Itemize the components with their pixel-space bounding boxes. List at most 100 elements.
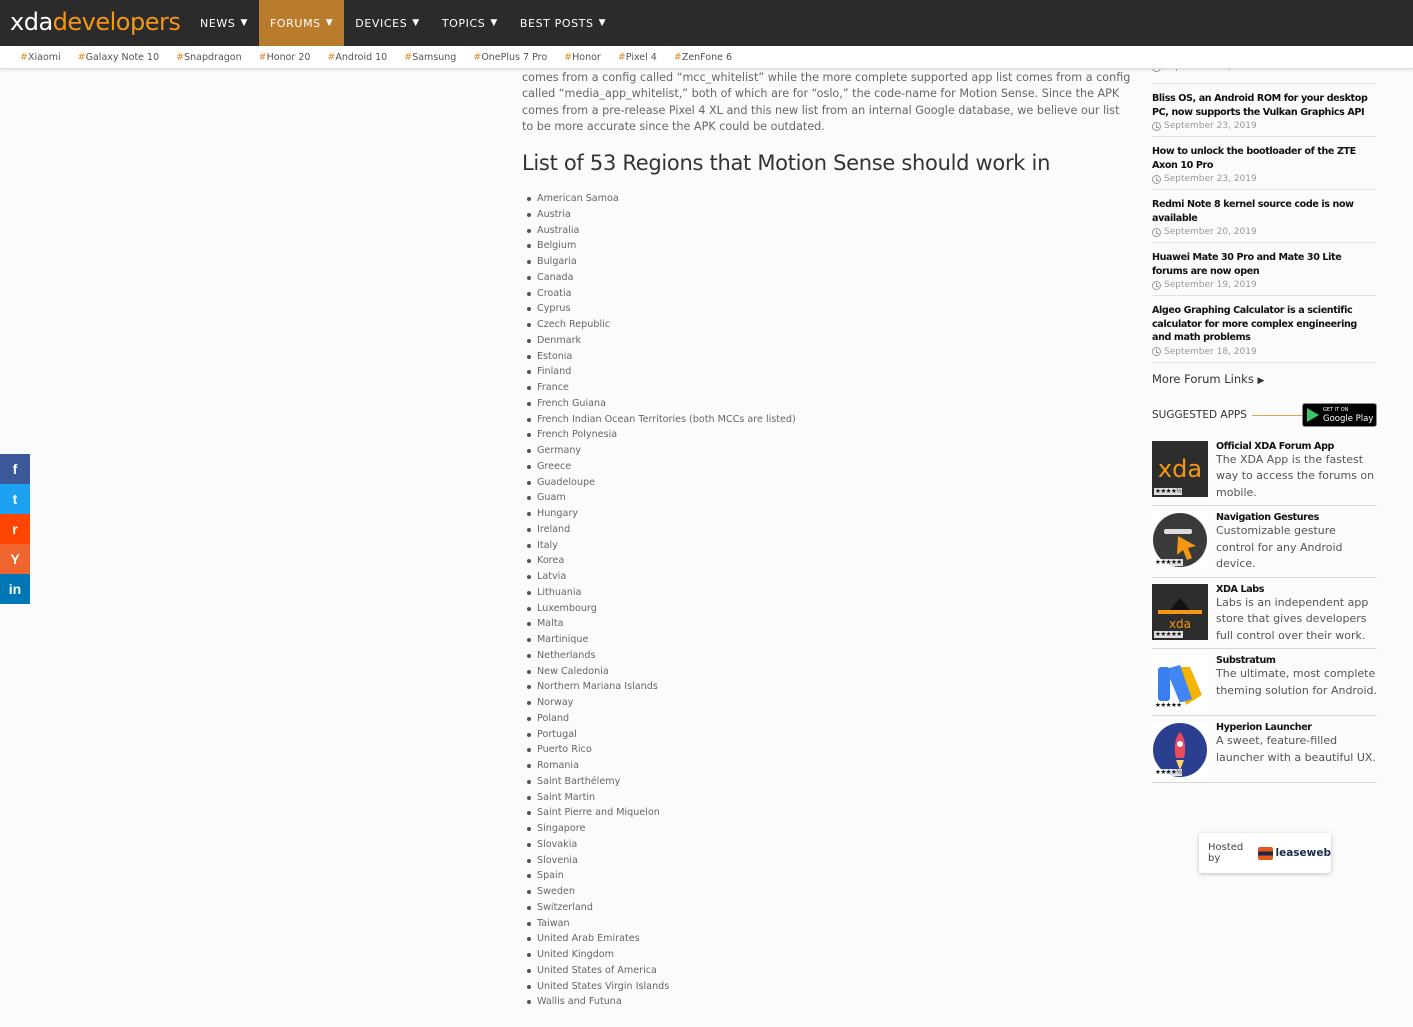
app-name[interactable]: Substratum [1216,655,1377,666]
right-sidebar: September 23, 2019 Bliss OS, an Android … [1152,60,1377,783]
post-title[interactable]: Redmi Note 8 kernel source code is now a… [1152,198,1377,225]
xda-labs-icon[interactable]: xda ★★★★★ [1152,583,1208,640]
sidebar-post[interactable]: How to unlock the bootloader of the ZTE … [1152,137,1377,190]
clock-icon [1152,121,1161,131]
list-item: Norway [527,695,1134,711]
xda-app-icon[interactable]: xda ★★★★½ [1152,440,1208,497]
tag-link[interactable]: #Samsung [404,52,456,63]
suggested-app-item[interactable]: ★★★★★ Navigation Gestures Customizable ges… [1152,506,1377,578]
app-name[interactable]: Navigation Gestures [1216,512,1377,523]
sidebar-post[interactable]: Redmi Note 8 kernel source code is now a… [1152,190,1377,243]
hosted-by-label: Hosted by [1208,842,1244,864]
logo-text-xda: xda [10,8,53,36]
clock-icon [1152,174,1161,184]
chevron-down-icon: ▼ [598,18,607,28]
nav-label: TOPICS [441,16,486,30]
leaseweb-logo: leaseweb [1258,846,1331,860]
tag-link[interactable]: #Honor 20 [259,52,311,63]
hosted-by-badge[interactable]: Hosted by leaseweb [1199,833,1331,873]
suggested-app-item[interactable]: ★★★★½ Hyperion Launcher A sweet, feature-f… [1152,716,1377,783]
tag-link[interactable]: #ZenFone 6 [674,52,732,63]
list-item: Malta [527,616,1134,632]
list-item: Estonia [527,349,1134,365]
sidebar-post[interactable]: Algeo Graphing Calculator is a scientifi… [1152,296,1377,363]
hyperion-launcher-icon[interactable]: ★★★★½ [1152,722,1208,778]
list-item: Sweden [527,884,1134,900]
more-forum-links-link[interactable]: More Forum Links ▶ [1152,372,1377,386]
xda-logo[interactable]: xdadevelopers [10,8,181,36]
app-name[interactable]: Hyperion Launcher [1216,722,1377,733]
list-item: Denmark [527,333,1134,349]
suggested-app-item[interactable]: ★★★★★ Substratum The ultimate, most comple… [1152,649,1377,716]
tag-link[interactable]: #Xiaomi [20,52,61,63]
substratum-icon[interactable]: ★★★★★ [1152,655,1208,711]
list-item: France [527,380,1134,396]
list-item: Bulgaria [527,254,1134,270]
suggested-app-item[interactable]: xda ★★★★½ Official XDA Forum App The XDA Ap… [1152,435,1377,506]
app-description: Customizable gesture control for any And… [1216,524,1343,570]
post-title[interactable]: Huawei Mate 30 Pro and Mate 30 Lite foru… [1152,251,1377,278]
list-item: Canada [527,270,1134,286]
hackernews-icon[interactable]: Y [0,544,30,574]
post-date: September 23, 2019 [1152,174,1377,184]
top-navigation-bar: xdadevelopers NEWS ▼ FORUMS ▼ DEVICES ▼ TOPICS… [0,0,1413,46]
tag-link[interactable]: #Pixel 4 [618,52,657,63]
social-share-bar: f t r Yin [0,454,30,604]
tag-link[interactable]: #OnePlus 7 Pro [473,52,547,63]
nav-news[interactable]: NEWS ▼ [189,0,259,46]
reddit-icon[interactable]: r [0,514,30,544]
article-paragraph: comes from a config called “mcc_whitelis… [522,71,1131,133]
tag-link[interactable]: #Snapdragon [176,52,242,63]
list-item: Luxembourg [527,601,1134,617]
facebook-icon[interactable]: f [0,454,30,484]
list-item: American Samoa [527,191,1134,207]
list-item: Cyprus [527,301,1134,317]
rating-stars: ★★★★★ [1154,702,1183,709]
suggested-apps-label: SUGGESTED APPS [1152,408,1247,421]
chevron-down-icon: ▼ [490,18,498,28]
twitter-icon[interactable]: t [0,484,30,514]
nav-topics[interactable]: TOPICS ▼ [431,0,509,46]
tag-link[interactable]: #Android 10 [327,52,387,63]
tag-link[interactable]: #Galaxy Note 10 [78,52,159,63]
article-body: comes from a config called “mcc_whitelis… [522,69,1134,1010]
post-date: September 18, 2019 [1152,347,1377,357]
sidebar-post[interactable]: Bliss OS, an Android ROM for your deskto… [1152,84,1377,137]
list-item: Lithuania [527,585,1134,601]
list-item: Slovakia [527,837,1134,853]
nav-forums[interactable]: FORUMS ▼ [258,0,345,46]
svg-text:xda: xda [1158,455,1202,483]
list-item: Martinique [527,632,1134,648]
list-item: Poland [527,711,1134,727]
divider [1252,414,1304,416]
rating-stars: ★★★★½ [1154,769,1183,776]
app-name[interactable]: XDA Labs [1216,584,1377,595]
clock-icon [1152,227,1161,237]
list-item: Wallis and Futuna [527,994,1134,1010]
chevron-down-icon: ▼ [240,18,248,28]
list-item: Saint Pierre and Miquelon [527,805,1134,821]
sidebar-post[interactable]: Huawei Mate 30 Pro and Mate 30 Lite foru… [1152,243,1377,296]
app-description: A sweet, feature-filled launcher with a … [1216,734,1376,764]
list-item: Guam [527,490,1134,506]
list-item: Latvia [527,569,1134,585]
clock-icon [1152,347,1161,356]
list-item: Finland [527,364,1134,380]
tag-link[interactable]: #Honor [564,52,601,63]
post-title[interactable]: Algeo Graphing Calculator is a scientifi… [1152,304,1377,345]
nav-devices[interactable]: DEVICES ▼ [344,0,431,46]
sidebar-posts-list: Bliss OS, an Android ROM for your deskto… [1152,84,1377,363]
suggested-apps-list: xda ★★★★½ Official XDA Forum App The XDA Ap… [1152,435,1377,783]
app-name[interactable]: Official XDA Forum App [1216,441,1377,452]
post-title[interactable]: Bliss OS, an Android ROM for your deskto… [1152,92,1377,119]
suggested-app-item[interactable]: xda ★★★★★ XDA Labs Labs is an independent a… [1152,578,1377,649]
linkedin-icon[interactable]: in [0,574,30,604]
list-item: Netherlands [527,648,1134,664]
regions-list: American Samoa Austria Australia Belgium Bul… [522,191,1134,1010]
post-title[interactable]: How to unlock the bootloader of the ZTE … [1152,145,1377,172]
list-item: United States of America [527,963,1134,979]
google-play-badge[interactable]: GET IT ON Google Play [1302,402,1377,427]
list-item: Northern Mariana Islands [527,679,1134,695]
nav-best-posts[interactable]: BEST POSTS ▼ [509,0,617,46]
navigation-gestures-icon[interactable]: ★★★★★ [1152,512,1208,568]
